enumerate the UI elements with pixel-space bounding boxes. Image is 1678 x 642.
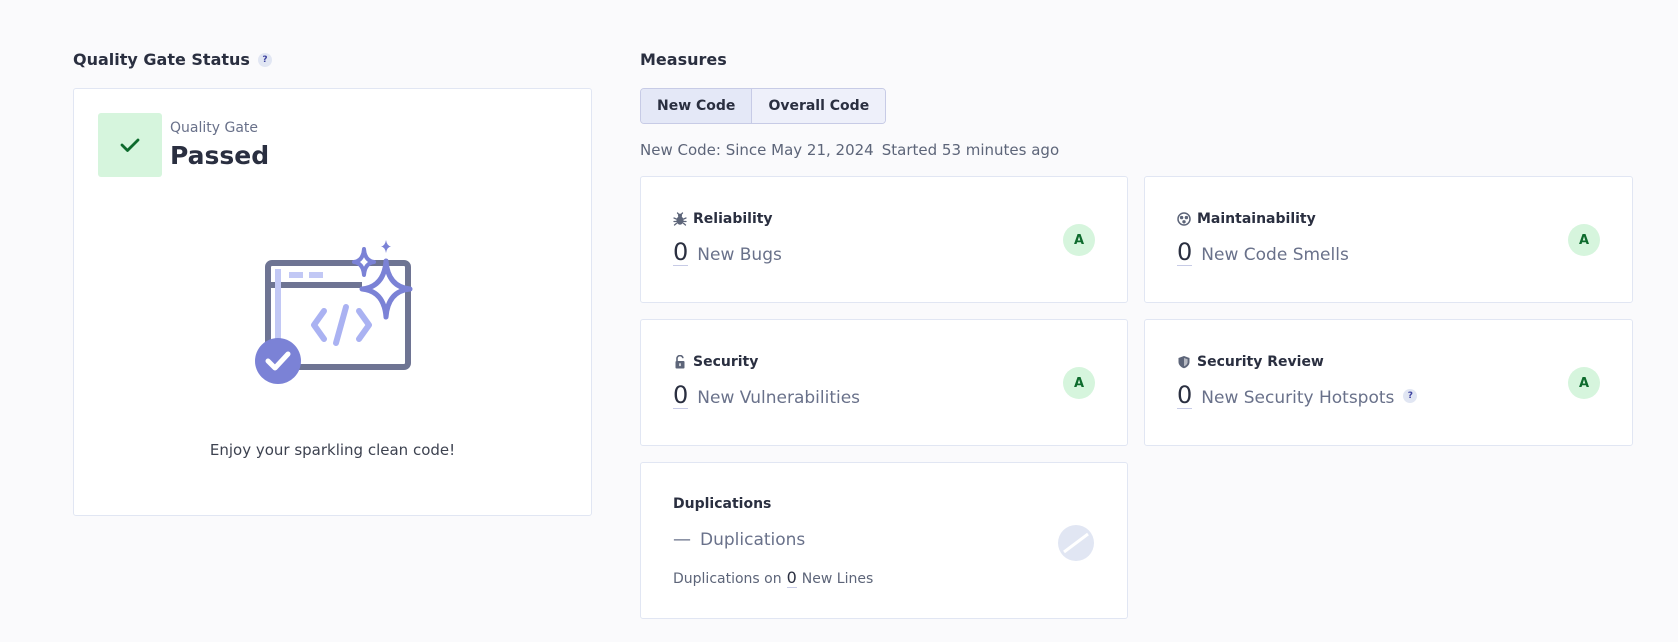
reliability-title-text: Reliability [693, 211, 773, 227]
new-lines-label: New Lines [801, 571, 874, 587]
new-code-since: New Code: Since May 21, 2024 [640, 141, 874, 159]
quality-gate-label: Quality Gate [170, 120, 259, 136]
maintainability-card: Maintainability 0 New Code Smells A [1144, 176, 1633, 303]
help-icon[interactable]: ? [257, 52, 272, 67]
unlock-icon [675, 355, 685, 369]
tab-overall-code[interactable]: Overall Code [751, 89, 886, 123]
quality-gate-card: Quality Gate Passed Enjoy your sparkling… [73, 88, 592, 516]
security-title-text: Security [693, 354, 759, 370]
bug-icon [673, 212, 687, 226]
new-security-hotspots-count[interactable]: 0 [1177, 382, 1193, 409]
duplications-card: Duplications — Duplications Duplications… [640, 462, 1128, 619]
tab-new-code[interactable]: New Code [641, 89, 752, 123]
measures-section-title: Measures [640, 50, 727, 69]
new-vulnerabilities-label: New Vulnerabilities [697, 388, 861, 408]
quality-gate-title-text: Quality Gate Status [73, 50, 250, 69]
duplications-on-label: Duplications on [673, 571, 782, 587]
quality-gate-status: Passed [170, 141, 270, 170]
measures-title-text: Measures [640, 50, 727, 69]
help-icon[interactable]: ? [1403, 388, 1418, 403]
security-metric: 0 New Vulnerabilities [673, 382, 860, 409]
analysis-started: Started 53 minutes ago [881, 141, 1060, 159]
duplications-label: Duplications [700, 530, 806, 550]
maintainability-rating-badge[interactable]: A [1568, 224, 1600, 256]
duplications-title-text: Duplications [673, 496, 772, 512]
new-bugs-count[interactable]: 0 [673, 239, 689, 266]
no-data-icon [1058, 525, 1094, 561]
quality-gate-section-title: Quality Gate Status ? [73, 50, 272, 69]
maintainability-metric: 0 New Code Smells [1177, 239, 1349, 266]
new-code-smells-label: New Code Smells [1201, 245, 1349, 265]
maintainability-title: Maintainability [1177, 211, 1316, 227]
new-bugs-label: New Bugs [697, 245, 782, 265]
clean-code-illustration [255, 240, 413, 384]
reliability-rating-badge[interactable]: A [1063, 224, 1095, 256]
reliability-title: Reliability [673, 211, 773, 227]
maintainability-title-text: Maintainability [1197, 211, 1316, 227]
security-card: Security 0 New Vulnerabilities A [640, 319, 1128, 446]
shield-icon [1178, 356, 1190, 369]
reliability-metric: 0 New Bugs [673, 239, 782, 266]
new-code-smells-count[interactable]: 0 [1177, 239, 1193, 266]
new-security-hotspots-label: New Security Hotspots [1201, 388, 1395, 408]
duplications-new-lines: Duplications on 0 New Lines [673, 568, 873, 588]
new-lines-count[interactable]: 0 [786, 568, 797, 588]
check-icon [120, 138, 140, 152]
security-review-rating-badge[interactable]: A [1568, 367, 1600, 399]
duplications-title: Duplications [673, 496, 771, 512]
smell-icon [1177, 212, 1191, 226]
new-code-period-info: New Code: Since May 21, 2024 Started 53 m… [640, 141, 1059, 159]
duplications-metric: — Duplications [673, 529, 805, 550]
security-review-title: Security Review [1177, 354, 1324, 370]
code-period-toggle: New Code Overall Code [640, 88, 887, 124]
duplications-value: — [673, 529, 691, 550]
security-title: Security [673, 354, 758, 370]
security-review-title-text: Security Review [1197, 354, 1324, 370]
new-vulnerabilities-count[interactable]: 0 [673, 382, 689, 409]
quality-gate-status-indicator [98, 113, 162, 177]
reliability-card: Reliability 0 New Bugs A [640, 176, 1128, 303]
security-review-metric: 0 New Security Hotspots ? [1177, 382, 1418, 409]
security-review-card: Security Review 0 New Security Hotspots … [1144, 319, 1633, 446]
quality-gate-message: Enjoy your sparkling clean code! [209, 441, 456, 459]
security-rating-badge[interactable]: A [1063, 367, 1095, 399]
